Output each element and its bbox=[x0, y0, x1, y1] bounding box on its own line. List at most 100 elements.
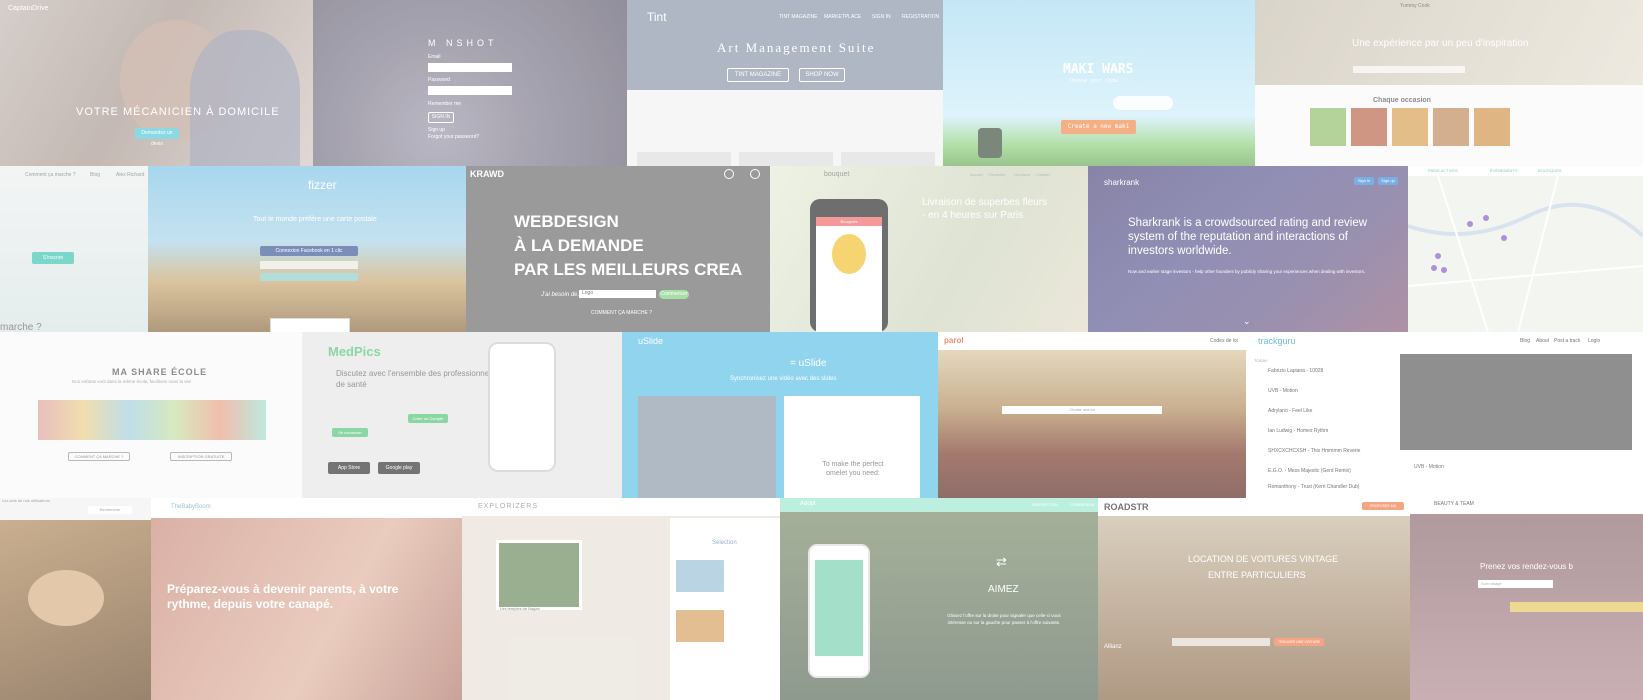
signin-button[interactable]: Sign in bbox=[1354, 177, 1374, 185]
result-thumbnail[interactable] bbox=[676, 560, 724, 592]
captaindrive-screenshot[interactable]: CaptainDrive VOTRE MÉCANICIEN À DOMICILE… bbox=[0, 0, 313, 166]
recipe-thumbnail[interactable] bbox=[1392, 108, 1428, 146]
search-icon[interactable] bbox=[724, 169, 734, 179]
slide-preview[interactable] bbox=[784, 396, 920, 498]
map-screenshot[interactable]: PARIS ACTIVES ÉVÈNEMENTS BOUTIQUES bbox=[1408, 166, 1643, 332]
propose-car-button[interactable]: PROPOSER MA VOITURE bbox=[1362, 502, 1404, 516]
explorizers-screenshot[interactable]: EXPLORIZERS Les temples de Bagan Sélecti… bbox=[462, 498, 780, 700]
recipe-thumbnail[interactable] bbox=[1433, 108, 1469, 146]
how-it-works-button[interactable]: COMMENT ÇA MARCHE ? bbox=[68, 452, 130, 461]
nav-item[interactable]: Livraison bbox=[1014, 172, 1030, 177]
marche-screenshot[interactable]: Comment ça marche ? Blog Alex Richard S'… bbox=[0, 166, 148, 332]
track-item[interactable]: Romanthony - Trust (Kerri Chandler Dub) bbox=[1268, 484, 1359, 490]
how-it-works-link[interactable]: COMMENT ÇA MARCHE ? bbox=[591, 310, 652, 316]
recipe-thumbnail[interactable] bbox=[1474, 108, 1510, 146]
place-photo[interactable] bbox=[496, 540, 582, 610]
makiwars-screenshot[interactable]: MAKI WARS Choose your side. Create a new… bbox=[943, 0, 1255, 166]
left-food-screenshot[interactable]: Les avis de nos utilisateurs Rechercher bbox=[0, 498, 151, 700]
krawd-screenshot[interactable]: KRAWD WEBDESIGN À LA DEMANDE PAR LES MEI… bbox=[466, 166, 770, 332]
video-player[interactable] bbox=[638, 396, 776, 498]
nav-item[interactable]: REGISTRATION bbox=[902, 14, 939, 20]
track-item[interactable]: Adrylano - Feel Like bbox=[1268, 408, 1312, 414]
password-field[interactable] bbox=[428, 86, 512, 95]
share-ecole-screenshot[interactable]: MA SHARE ÉCOLE Nos enfants vont dans la … bbox=[0, 332, 302, 498]
track-item[interactable]: E.G.O. - Mess Majestic (Gerd Remix) bbox=[1268, 468, 1351, 474]
track-item[interactable]: SHXCXCHCXSH - This Hmmmm Reverie bbox=[1268, 448, 1360, 454]
shop-now-button[interactable]: SHOP NOW bbox=[799, 68, 845, 82]
video-player[interactable] bbox=[1400, 354, 1632, 450]
signup-button[interactable]: S'inscrire bbox=[32, 252, 74, 264]
facebook-login-button[interactable]: Connexion Facebook en 1 clic bbox=[260, 246, 358, 256]
recipe-thumbnail[interactable] bbox=[1351, 108, 1387, 146]
section-text: Glissez l'offre sur la droite pour signa… bbox=[947, 613, 1061, 625]
signup-button[interactable]: Sign up bbox=[1378, 177, 1398, 185]
medpics-screenshot[interactable]: MedPics Discutez avec l'ensemble des pro… bbox=[302, 332, 622, 498]
google-play-badge[interactable]: Google play bbox=[378, 462, 420, 474]
login-button[interactable]: Se connecter bbox=[332, 428, 368, 437]
parol-screenshot[interactable]: parol Codes de loi Choisir une loi bbox=[938, 332, 1246, 498]
recipe-thumbnail[interactable] bbox=[1310, 108, 1346, 146]
search-button[interactable] bbox=[1510, 602, 1643, 612]
beauty-team-screenshot[interactable]: BEAUTY & TEAM Prenez vos rendez-vous b S… bbox=[1410, 498, 1643, 700]
nav-item[interactable]: About bbox=[1536, 338, 1549, 344]
start-button[interactable]: Commencer bbox=[659, 290, 689, 299]
roadstr-screenshot[interactable]: ROADSTR PROPOSER MA VOITURE LOCATION DE … bbox=[1098, 498, 1410, 700]
trackguru-screenshot[interactable]: trackguru Blog About Post a track Login … bbox=[1246, 332, 1643, 498]
signup-link[interactable]: Sign up bbox=[428, 127, 445, 133]
email-field[interactable] bbox=[428, 63, 512, 72]
nav-item[interactable]: Contact bbox=[1036, 172, 1050, 177]
track-item[interactable]: UVB - Motion bbox=[1268, 388, 1298, 394]
nav-item[interactable]: Fleuristes bbox=[988, 172, 1005, 177]
adopt-aimez-screenshot[interactable]: Adopt INSCRIPTION CONNEXION ⇄ AIMEZ Glis… bbox=[780, 498, 1098, 700]
selection-header[interactable]: Sélection bbox=[712, 540, 737, 546]
yummy-cook-screenshot[interactable]: Yummy Cook Une expérience par un peu d'i… bbox=[1255, 0, 1643, 166]
find-car-button[interactable]: TROUVER UNE VOITURE bbox=[1274, 638, 1324, 646]
password-field[interactable] bbox=[260, 273, 358, 281]
track-item[interactable]: Fabrizio Lapiana - 10028 bbox=[1268, 368, 1323, 374]
app-store-badge[interactable]: App Store bbox=[328, 462, 370, 474]
signin-button[interactable]: SIGN IN bbox=[428, 112, 454, 123]
city-map[interactable] bbox=[1408, 166, 1643, 332]
nav-item[interactable]: Login bbox=[1588, 338, 1600, 344]
sharkrank-screenshot[interactable]: sharkrank Sign in Sign up Sharkrank is a… bbox=[1088, 166, 1408, 332]
nav-item[interactable]: Blog bbox=[90, 172, 100, 178]
codes-link[interactable]: Codes de loi bbox=[1210, 338, 1238, 344]
bouquet-screenshot[interactable]: bouquet Accueil Fleuristes Livraison Con… bbox=[770, 166, 1088, 332]
remember-checkbox[interactable]: Remember me bbox=[428, 101, 461, 107]
nav-item[interactable]: Post a track bbox=[1554, 338, 1580, 344]
result-thumbnail[interactable] bbox=[676, 610, 724, 642]
tint-screenshot[interactable]: Tint TINT MAGAZINE MARKETPLACE SIGN IN R… bbox=[627, 0, 943, 166]
moonshot-screenshot[interactable]: M NSHOT Email Password Remember me SIGN … bbox=[313, 0, 627, 166]
nav-item[interactable]: INSCRIPTION bbox=[1032, 502, 1058, 507]
create-maki-button[interactable]: Create a new maki bbox=[1061, 120, 1136, 134]
law-select[interactable]: Choisir une loi bbox=[1002, 406, 1162, 414]
search-button[interactable]: Rechercher bbox=[88, 506, 132, 514]
create-account-button[interactable]: Créer un Compte bbox=[408, 414, 448, 423]
nav-item[interactable]: Alex Richard bbox=[116, 172, 144, 178]
hero-headline: Discutez avec l'ensemble des professionn… bbox=[336, 369, 495, 389]
sound-icon[interactable] bbox=[750, 169, 760, 179]
forgot-link[interactable]: Forgot your password? bbox=[428, 134, 479, 140]
uslide-screenshot[interactable]: uSlide = uSlide Synchronisez une vidéo a… bbox=[622, 332, 938, 498]
nav-item[interactable]: SIGN IN bbox=[872, 14, 891, 20]
nav-item[interactable]: MARKETPLACE bbox=[824, 14, 861, 20]
email-field[interactable] bbox=[260, 261, 358, 269]
tint-magazine-button[interactable]: TINT MAGAZINE bbox=[727, 68, 789, 82]
nav-item[interactable]: CONNEXION bbox=[1070, 502, 1094, 507]
site-logo: M NSHOT bbox=[428, 38, 498, 48]
track-item[interactable]: Ian Ludwig - Homes Rythm bbox=[1268, 428, 1328, 434]
hero-headline: VOTRE MÉCANICIEN À DOMICILE bbox=[76, 106, 280, 118]
fizzer-screenshot[interactable]: fizzer Tout le monde préfère une carte p… bbox=[148, 166, 466, 332]
quote-button[interactable]: Demandez un devis bbox=[135, 128, 179, 147]
signup-button[interactable]: INSCRIPTION GRATUITE bbox=[170, 452, 232, 461]
search-field[interactable] bbox=[1353, 66, 1465, 73]
nav-item[interactable]: TINT MAGAZINE bbox=[779, 14, 818, 20]
search-field[interactable] bbox=[1172, 638, 1270, 646]
nav-item[interactable]: Accueil bbox=[970, 172, 983, 177]
nav-item[interactable]: Blog bbox=[1520, 338, 1530, 344]
need-select[interactable]: Logo bbox=[579, 290, 656, 298]
service-field[interactable]: Soin visage bbox=[1478, 580, 1553, 588]
chevron-down-icon[interactable]: ⌄ bbox=[1243, 316, 1251, 327]
babyboom-screenshot[interactable]: TheBabyBoom Préparez-vous à devenir pare… bbox=[151, 498, 462, 700]
nav-item[interactable]: Comment ça marche ? bbox=[25, 172, 76, 178]
